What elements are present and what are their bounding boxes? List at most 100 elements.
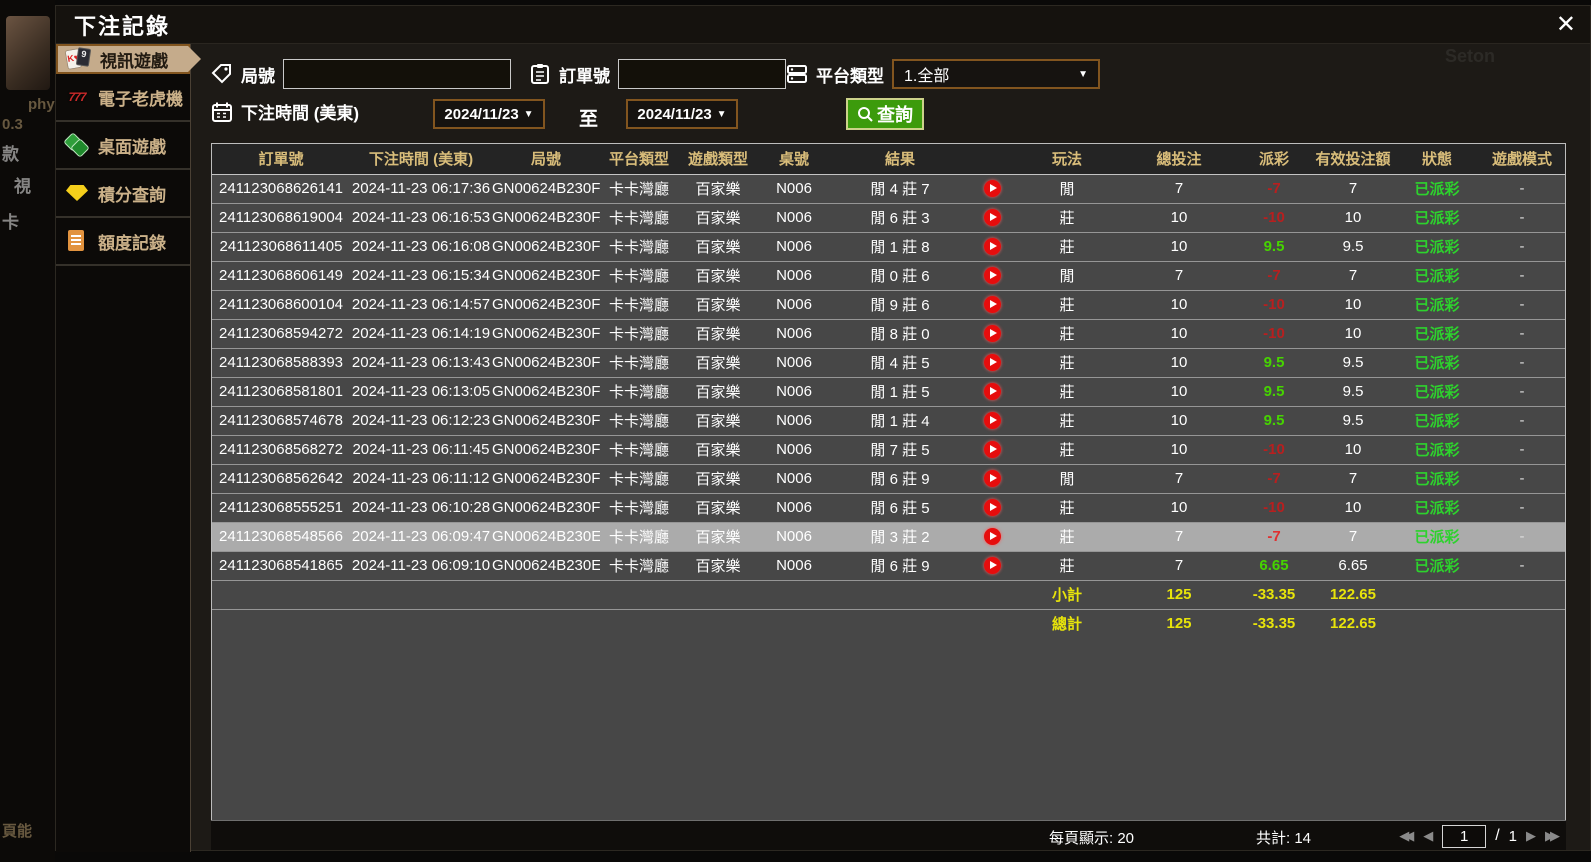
play-video-icon[interactable] <box>984 238 1001 256</box>
sidebar-item-video-games[interactable]: K♥ 9 視訊遊戲 <box>56 44 201 74</box>
page-number-input[interactable] <box>1442 824 1487 848</box>
method-cell: 莊 <box>1015 318 1119 348</box>
sidebar-item-slots[interactable]: 777 電子老虎機 <box>56 74 190 122</box>
play-video-icon[interactable] <box>984 180 1001 198</box>
table-row[interactable]: 241123068574678 2024-11-23 06:12:23 GN0062… <box>212 405 1565 435</box>
table-row[interactable]: 241123068555251 2024-11-23 06:10:28 GN0062… <box>212 492 1565 522</box>
replay-cell <box>970 231 1015 261</box>
sum-payout-cell: -33.35 <box>1239 608 1309 638</box>
valid-bet-cell: 10 <box>1309 289 1397 319</box>
page-total: 1 <box>1508 827 1517 845</box>
status-cell: 已派彩 <box>1397 434 1477 464</box>
game-type-cell: 百家樂 <box>678 463 758 493</box>
method-cell: 莊 <box>1015 434 1119 464</box>
platform-select[interactable]: 1.全部 ▼ <box>892 59 1100 89</box>
date-from-select[interactable]: 2024/11/23 ▼ <box>433 99 545 129</box>
status-cell: 已派彩 <box>1397 376 1477 406</box>
background-text: 頁能 <box>2 823 33 840</box>
table-no-cell: N006 <box>758 405 830 435</box>
platform-cell: 卡卡灣廳 <box>600 231 678 261</box>
replay-cell <box>970 521 1015 551</box>
play-video-icon[interactable] <box>984 557 1001 575</box>
table-no-cell: N006 <box>758 231 830 261</box>
empty-cell <box>970 579 1015 609</box>
table-row[interactable]: 241123068548566 2024-11-23 06:09:47 GN0062… <box>212 521 1565 551</box>
result-cell: 閒 1 莊 4 <box>830 405 970 435</box>
empty-cell <box>600 608 678 638</box>
order-cell: 241123068600104 <box>212 289 350 319</box>
table-row[interactable]: 241123068568272 2024-11-23 06:11:45 GN0062… <box>212 434 1565 464</box>
play-video-icon[interactable] <box>984 383 1001 401</box>
time-cell: 2024-11-23 06:13:05 <box>350 376 492 406</box>
play-video-icon[interactable] <box>984 499 1001 517</box>
chevron-down-icon: ▼ <box>716 108 727 120</box>
order-input[interactable] <box>618 59 786 89</box>
total-bet-cell: 10 <box>1119 231 1239 261</box>
play-video-icon[interactable] <box>984 296 1001 314</box>
table-row[interactable]: 241123068594272 2024-11-23 06:14:19 GN0062… <box>212 318 1565 348</box>
round-cell: GN00624B230EZ <box>492 521 600 551</box>
status-cell: 已派彩 <box>1397 405 1477 435</box>
table-row[interactable]: 241123068606149 2024-11-23 06:15:34 GN0062… <box>212 260 1565 290</box>
table-row[interactable]: 241123068619004 2024-11-23 06:16:53 GN0062… <box>212 202 1565 232</box>
game-type-cell: 百家樂 <box>678 434 758 464</box>
round-input[interactable] <box>283 59 511 89</box>
sidebar-item-credit-record[interactable]: 額度記錄 <box>56 218 190 266</box>
status-cell: 已派彩 <box>1397 202 1477 232</box>
play-video-icon[interactable] <box>984 267 1001 285</box>
last-page-icon[interactable]: ▶▶ <box>1545 824 1560 848</box>
play-video-icon[interactable] <box>984 412 1001 430</box>
order-label: 訂單號 <box>559 66 610 86</box>
table-row[interactable]: 241123068611405 2024-11-23 06:16:08 GN0062… <box>212 231 1565 261</box>
result-cell: 閒 1 莊 8 <box>830 231 970 261</box>
play-video-icon[interactable] <box>984 528 1001 546</box>
prev-page-icon[interactable]: ◀ <box>1423 824 1433 848</box>
mode-cell: - <box>1477 550 1565 580</box>
table-row[interactable]: 241123068626141 2024-11-23 06:17:36 GN0062… <box>212 173 1565 203</box>
platform-icon <box>786 63 808 85</box>
search-button[interactable]: 查詢 <box>846 98 924 130</box>
sidebar-item-points-query[interactable]: 積分查詢 <box>56 170 190 218</box>
payout-cell: 9.5 <box>1239 376 1309 406</box>
play-video-icon[interactable] <box>984 325 1001 343</box>
table-row[interactable]: 241123068588393 2024-11-23 06:13:43 GN0062… <box>212 347 1565 377</box>
valid-bet-cell: 7 <box>1309 173 1397 203</box>
replay-cell <box>970 405 1015 435</box>
play-video-icon[interactable] <box>984 441 1001 459</box>
close-icon[interactable]: ✕ <box>1556 10 1576 40</box>
mode-cell: - <box>1477 521 1565 551</box>
mode-cell: - <box>1477 434 1565 464</box>
valid-bet-cell: 10 <box>1309 492 1397 522</box>
replay-cell <box>970 318 1015 348</box>
result-cell: 閒 3 莊 2 <box>830 521 970 551</box>
play-video-icon[interactable] <box>984 354 1001 372</box>
play-video-icon[interactable] <box>984 470 1001 488</box>
platform-cell: 卡卡灣廳 <box>600 405 678 435</box>
bet-table: 訂單號 下注時間 (美東) 局號 平台類型 遊戲類型 桌號 結果 玩法 總投注 派彩 有效投注額 狀態… <box>212 144 1565 638</box>
table-row[interactable]: 241123068600104 2024-11-23 06:14:57 GN0062… <box>212 289 1565 319</box>
sidebar-item-label: 桌面遊戲 <box>98 137 166 157</box>
result-cell: 閒 6 莊 5 <box>830 492 970 522</box>
background-page: phy 0.3 款 視 卡 頁能 <box>0 0 55 862</box>
order-filter: 訂單號 <box>529 59 786 89</box>
table-no-cell: N006 <box>758 463 830 493</box>
table-row[interactable]: 241123068541865 2024-11-23 06:09:10 GN0062… <box>212 550 1565 580</box>
table-row[interactable]: 241123068581801 2024-11-23 06:13:05 GN0062… <box>212 376 1565 406</box>
platform-cell: 卡卡灣廳 <box>600 550 678 580</box>
status-cell: 已派彩 <box>1397 318 1477 348</box>
table-row[interactable]: 241123068562642 2024-11-23 06:11:12 GN0062… <box>212 463 1565 493</box>
total-bet-cell: 10 <box>1119 347 1239 377</box>
next-page-icon[interactable]: ▶ <box>1526 824 1536 848</box>
column-header: 有效投注額 <box>1309 144 1397 175</box>
payout-cell: 6.65 <box>1239 550 1309 580</box>
page-separator: / <box>1495 827 1500 844</box>
status-cell: 已派彩 <box>1397 463 1477 493</box>
total-bet-cell: 7 <box>1119 173 1239 203</box>
table-no-cell: N006 <box>758 376 830 406</box>
sidebar-item-table-games[interactable]: 桌面遊戲 <box>56 122 190 170</box>
valid-bet-cell: 6.65 <box>1309 550 1397 580</box>
table-no-cell: N006 <box>758 434 830 464</box>
first-page-icon[interactable]: ◀◀ <box>1399 824 1414 848</box>
date-to-select[interactable]: 2024/11/23 ▼ <box>626 99 738 129</box>
play-video-icon[interactable] <box>984 209 1001 227</box>
